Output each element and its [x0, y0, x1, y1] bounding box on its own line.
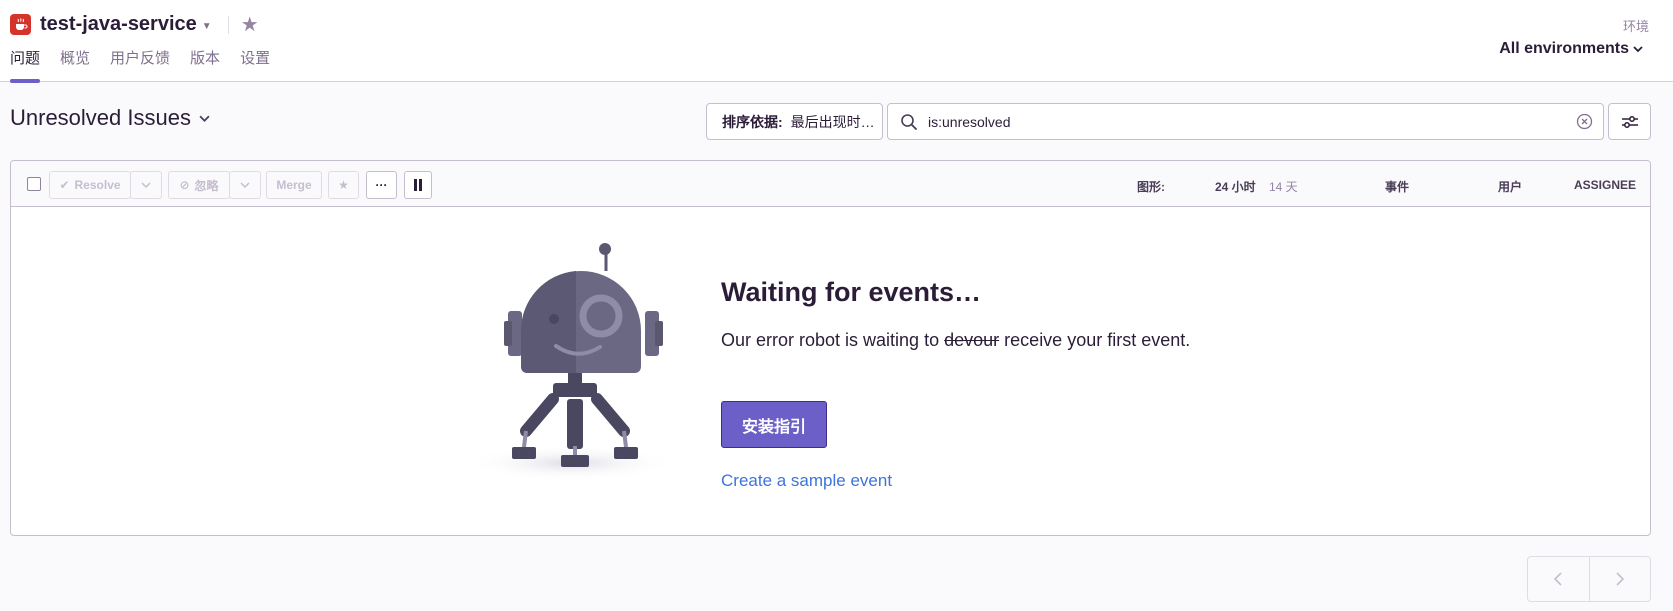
search-icon [901, 113, 917, 130]
chevron-left-icon [1554, 572, 1562, 586]
environment-label: 环境 [1622, 19, 1649, 34]
sort-value: 最后出现时… [790, 113, 875, 130]
environment-value: All environments [1499, 40, 1629, 57]
tab-issues[interactable]: 问题 [10, 47, 41, 83]
tab-releases[interactable]: 版本 [190, 47, 220, 82]
java-coffee-icon [10, 14, 31, 35]
bookmark-star-button[interactable]: ★ [328, 171, 359, 199]
star-icon[interactable]: ★ [241, 12, 259, 37]
issues-view-selector[interactable]: Unresolved Issues [10, 105, 210, 131]
tab-user-feedback[interactable]: 用户反馈 [110, 47, 170, 82]
merge-button[interactable]: Merge [266, 171, 322, 199]
sliders-icon [1621, 115, 1638, 128]
tab-settings[interactable]: 设置 [240, 47, 270, 82]
select-all-checkbox[interactable] [27, 177, 41, 191]
events-column-header: 事件 [1385, 180, 1410, 194]
pause-icon [414, 179, 422, 191]
installation-guide-button[interactable]: 安装指引 [721, 401, 827, 448]
graph-24h-toggle[interactable]: 24 小时 [1215, 178, 1256, 195]
ignore-label: 忽略 [194, 178, 219, 193]
project-header: test-java-service ▼ ★ 问题 概览 用户反馈 版本 设置 环… [0, 0, 1673, 83]
star-icon: ★ [338, 178, 349, 192]
no-entry-icon: ⊘ [179, 178, 190, 192]
chevron-down-icon [1633, 46, 1643, 53]
message-before: Our error robot is waiting to [721, 330, 940, 350]
project-selector[interactable]: test-java-service ▼ ★ [10, 12, 259, 37]
clear-circle-icon[interactable] [1576, 113, 1593, 130]
search-bar[interactable] [887, 103, 1604, 140]
users-column-header: 用户 [1498, 180, 1523, 194]
environment-selector[interactable]: All environments [1499, 40, 1643, 58]
assignee-column-header: ASSIGNEE [1574, 178, 1637, 192]
chevron-down-icon [141, 182, 151, 189]
issues-panel: ✔ Resolve ⊘ 忽略 Merge ★ ··· 图形: 24 小时 14 … [10, 160, 1651, 536]
more-actions-button[interactable]: ··· [366, 171, 397, 199]
resolve-button[interactable]: ✔ Resolve [49, 171, 131, 199]
advanced-filter-button[interactable] [1608, 103, 1651, 140]
empty-state-message: Our error robot is waiting to devour rec… [721, 327, 1191, 354]
sort-label: 排序依据: [722, 113, 783, 130]
message-after: receive your first event. [1004, 330, 1191, 350]
chevron-right-icon [1616, 572, 1624, 586]
graph-label: 图形: [1137, 180, 1165, 194]
project-name[interactable]: test-java-service [40, 13, 197, 36]
checkmark-icon: ✔ [59, 178, 70, 192]
sort-button[interactable]: 排序依据: 最后出现时… [706, 103, 883, 140]
message-strikethrough: devour [944, 330, 1000, 350]
empty-state: Waiting for events… Our error robot is w… [11, 207, 1650, 535]
search-input[interactable] [928, 113, 1568, 130]
next-page-button[interactable] [1590, 557, 1651, 601]
tab-overview[interactable]: 概览 [60, 47, 90, 82]
empty-state-title: Waiting for events… [721, 277, 982, 307]
resolve-dropdown-button[interactable] [130, 171, 162, 199]
create-sample-event-link[interactable]: Create a sample event [721, 471, 892, 491]
ignore-button[interactable]: ⊘ 忽略 [168, 171, 230, 199]
previous-page-button[interactable] [1528, 557, 1590, 601]
chevron-down-icon[interactable]: ▼ [202, 21, 212, 32]
chevron-down-icon [240, 182, 250, 189]
pause-stream-button[interactable] [404, 171, 432, 199]
ignore-dropdown-button[interactable] [229, 171, 261, 199]
chevron-down-icon [199, 115, 210, 122]
page-title: Unresolved Issues [10, 105, 191, 130]
resolve-label: Resolve [74, 178, 121, 192]
pagination [1527, 556, 1651, 602]
divider [227, 15, 229, 34]
project-tabs: 问题 概览 用户反馈 版本 设置 [10, 47, 290, 83]
waiting-robot-illustration [466, 243, 676, 481]
graph-14d-toggle[interactable]: 14 天 [1269, 178, 1298, 195]
issues-toolbar: ✔ Resolve ⊘ 忽略 Merge ★ ··· 图形: 24 小时 14 … [11, 161, 1650, 207]
